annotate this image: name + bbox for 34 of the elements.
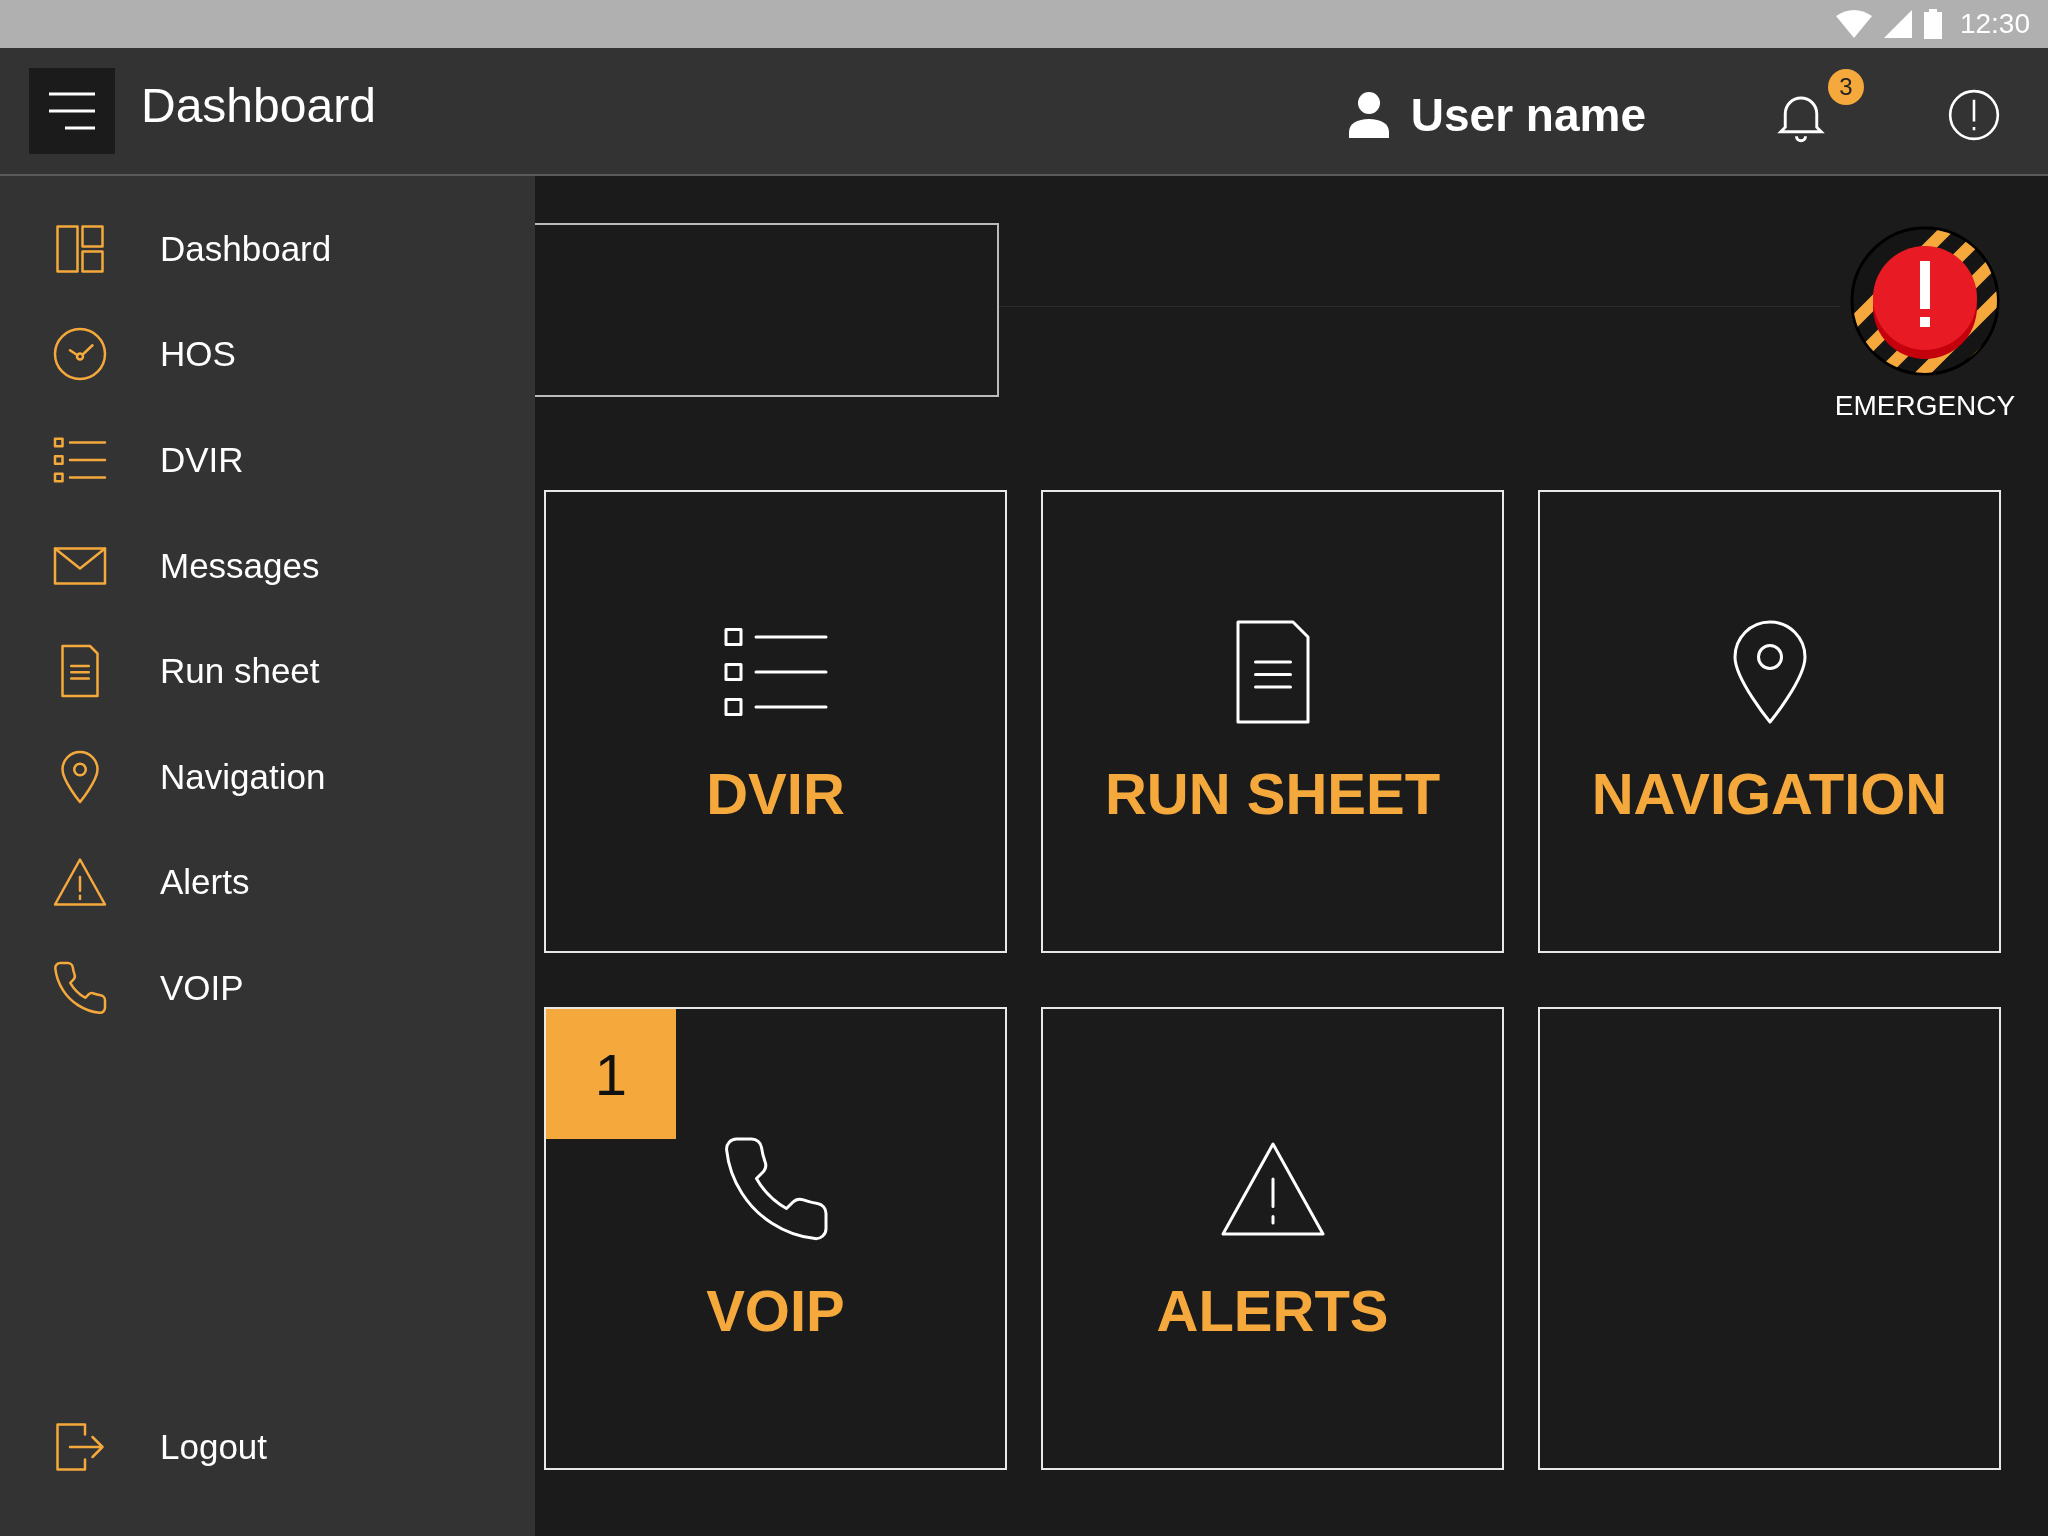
signal-icon	[1883, 10, 1912, 38]
tile-label: ALERTS	[1156, 1277, 1389, 1344]
user-icon	[1348, 92, 1389, 138]
clock-time: 12:30	[1959, 8, 2030, 40]
sidebar-item[interactable]: Messages	[160, 545, 320, 586]
emergency-button[interactable]	[1850, 226, 2000, 376]
count-badge: 1	[546, 1009, 676, 1139]
dashboard-tile[interactable]: RUN SHEET	[1041, 490, 1504, 953]
sidebar-item[interactable]: Alerts	[160, 862, 250, 903]
battery-icon	[1923, 9, 1942, 39]
tile-label: NAVIGATION	[1591, 760, 1948, 827]
dashboard-tile[interactable]: 1 VOIP	[544, 1007, 1007, 1470]
dashboard-tile[interactable]: DVIR	[544, 490, 1007, 953]
sidebar-item[interactable]: DVIR	[160, 440, 244, 480]
dashboard-tile[interactable]: ALERTS	[1041, 1007, 1504, 1470]
tile-label: DVIR	[706, 760, 845, 827]
sidebar-item[interactable]: Dashboard	[160, 228, 332, 269]
dashboard-tile[interactable]	[1538, 1007, 2001, 1470]
menu-icon	[47, 91, 97, 131]
sidebar-item[interactable]: VOIP	[160, 967, 244, 1008]
wifi-icon	[1835, 10, 1872, 38]
tile-label: RUN SHEET	[1104, 760, 1441, 827]
logout-item[interactable]: Logout	[160, 1427, 268, 1468]
sidebar-item[interactable]: Navigation	[160, 756, 326, 797]
notification-badge: 3	[1828, 69, 1864, 105]
menu-button[interactable]	[29, 68, 115, 154]
sidebar-item[interactable]: Run sheet	[160, 651, 320, 692]
page-title: Dashboard	[141, 77, 376, 133]
tile-label: VOIP	[706, 1277, 845, 1344]
dashboard-tile[interactable]: NAVIGATION	[1538, 490, 2001, 953]
user-name[interactable]: User name	[1410, 88, 1646, 142]
info-icon[interactable]	[1948, 89, 2000, 141]
sidebar-item[interactable]: HOS	[160, 334, 236, 375]
emergency-label: EMERGENCY	[1834, 390, 2016, 422]
